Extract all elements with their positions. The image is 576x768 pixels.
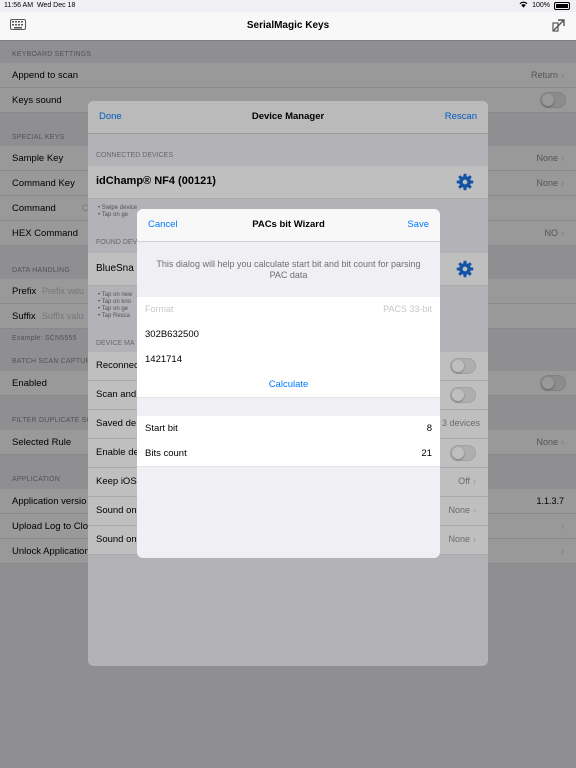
decimal-input[interactable]: 1421714 — [145, 354, 182, 365]
start-bit-value: 8 — [426, 423, 432, 434]
save-button[interactable]: Save — [407, 219, 429, 230]
wifi-icon — [519, 1, 528, 10]
wizard-description: This dialog will help you calculate star… — [156, 259, 421, 280]
wizard-title: PACs bit Wizard — [252, 219, 325, 230]
bits-count-row: Bits count 21 — [137, 441, 440, 467]
page-title: SerialMagic Keys — [246, 20, 330, 31]
format-value: PACS 33-bit — [383, 304, 432, 314]
start-bit-row: Start bit 8 — [137, 416, 440, 442]
pacs-wizard-dialog: Cancel PACs bit Wizard Save This dialog … — [137, 209, 440, 558]
bits-count-label: Bits count — [145, 448, 187, 459]
start-bit-label: Start bit — [145, 423, 178, 434]
calculate-row[interactable]: Calculate — [137, 372, 440, 398]
status-bar: 11:56 AM Wed Dec 18 100% — [0, 0, 576, 12]
nav-bar: SerialMagic Keys — [0, 12, 576, 41]
calculate-button[interactable]: Calculate — [137, 379, 440, 390]
status-right: 100% — [519, 1, 570, 10]
battery-percent: 100% — [532, 2, 550, 9]
bits-count-value: 21 — [421, 448, 432, 459]
wizard-header: Cancel PACs bit Wizard Save — [137, 209, 440, 242]
battery-icon — [554, 1, 570, 10]
share-icon[interactable] — [552, 18, 566, 35]
format-row[interactable]: Format PACS 33-bit — [137, 297, 440, 323]
format-label: Format — [145, 304, 174, 314]
decimal-input-row[interactable]: 1421714 — [137, 347, 440, 373]
hex-input[interactable]: 302B632500 — [145, 329, 199, 340]
status-time: 11:56 AM Wed Dec 18 — [4, 2, 76, 9]
hex-input-row[interactable]: 302B632500 — [137, 322, 440, 348]
